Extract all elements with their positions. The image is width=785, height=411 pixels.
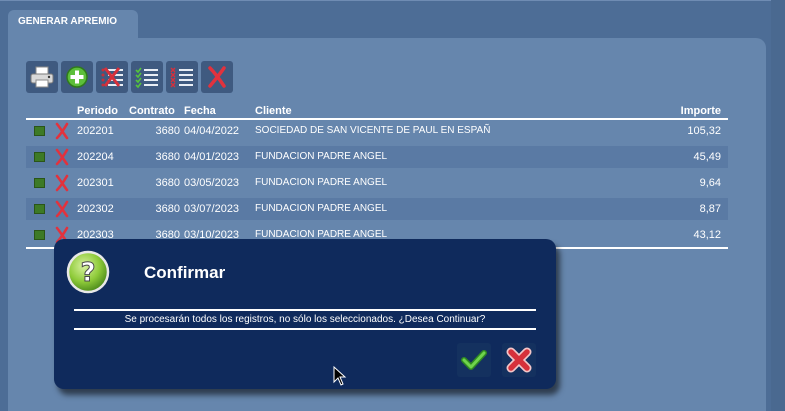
delete-icon (208, 66, 226, 88)
cell-importe: 105,32 (687, 125, 721, 137)
header-cliente[interactable]: Cliente (255, 105, 292, 117)
check-all-button[interactable] (131, 61, 163, 93)
list-icon (170, 67, 193, 88)
cell-fecha: 03/07/2023 (184, 203, 240, 215)
row-checkbox[interactable] (34, 126, 45, 136)
delete-row-icon[interactable] (54, 122, 70, 140)
row-checkbox[interactable] (34, 152, 45, 162)
dialog-divider-bottom (74, 328, 536, 330)
row-checkbox[interactable] (34, 178, 45, 188)
uncheck-list-icon (101, 67, 123, 87)
cell-periodo: 202201 (77, 125, 114, 137)
table-row[interactable]: 202302 3680 03/07/2023 FUNDACION PADRE A… (26, 198, 728, 220)
uncheck-all-button[interactable] (96, 61, 128, 93)
row-checkbox[interactable] (34, 230, 45, 240)
header-periodo[interactable]: Periodo (77, 105, 118, 117)
list-button[interactable] (166, 61, 198, 93)
add-icon (66, 66, 88, 88)
cell-cliente: FUNDACION PADRE ANGEL (255, 203, 388, 214)
mouse-cursor-icon (333, 366, 347, 386)
cell-periodo: 202302 (77, 203, 114, 215)
confirm-dialog: ? Confirmar Se procesarán todos los regi… (54, 239, 556, 389)
grid-header: Periodo Contrato Fecha Cliente Importe (26, 104, 728, 120)
header-importe[interactable]: Importe (681, 105, 721, 117)
cell-fecha: 04/04/2022 (184, 125, 240, 137)
cell-periodo: 202204 (77, 151, 114, 163)
tab-generar-apremio[interactable]: GENERAR APREMIO (8, 10, 138, 40)
table-row[interactable]: 202301 3680 03/05/2023 FUNDACION PADRE A… (26, 172, 728, 194)
cell-importe: 45,49 (693, 151, 721, 163)
cell-cliente: FUNDACION PADRE ANGEL (255, 151, 388, 162)
dialog-divider-top (74, 309, 536, 311)
cell-cliente: SOCIEDAD DE SAN VICENTE DE PAUL EN ESPAÑ (255, 125, 491, 136)
cell-contrato: 3680 (155, 203, 180, 215)
check-all-icon (135, 67, 158, 89)
cell-contrato: 3680 (155, 177, 180, 189)
scrollbar-area (771, 0, 785, 411)
cell-fecha: 04/01/2023 (184, 151, 240, 163)
dialog-message: Se procesarán todos los registros, no só… (124, 314, 486, 325)
question-icon: ? (66, 250, 110, 294)
delete-row-icon[interactable] (54, 174, 70, 192)
svg-text:?: ? (80, 258, 95, 288)
add-button[interactable] (61, 61, 93, 93)
printer-icon (30, 66, 54, 88)
dialog-title: Confirmar (144, 263, 226, 282)
cell-cliente: FUNDACION PADRE ANGEL (255, 177, 388, 188)
tab-label: GENERAR APREMIO (18, 16, 118, 27)
table-row[interactable]: 202204 3680 04/01/2023 FUNDACION PADRE A… (26, 146, 728, 168)
cell-contrato: 3680 (155, 125, 180, 137)
cell-contrato: 3680 (155, 151, 180, 163)
header-contrato[interactable]: Contrato (129, 105, 175, 117)
cell-importe: 8,87 (699, 203, 721, 215)
toolbar (26, 61, 233, 95)
accept-button[interactable] (457, 343, 491, 377)
cancel-button[interactable] (502, 343, 536, 377)
print-button[interactable] (26, 61, 58, 93)
table-row[interactable]: 202201 3680 04/04/2022 SOCIEDAD DE SAN V… (26, 120, 728, 142)
check-icon (461, 350, 487, 370)
row-checkbox[interactable] (34, 204, 45, 214)
cell-periodo: 202301 (77, 177, 114, 189)
delete-row-icon[interactable] (54, 200, 70, 218)
cell-importe: 43,12 (693, 229, 721, 241)
delete-row-icon[interactable] (54, 148, 70, 166)
cell-fecha: 03/05/2023 (184, 177, 240, 189)
cancel-icon (506, 347, 532, 373)
header-fecha[interactable]: Fecha (184, 105, 216, 117)
cell-importe: 9,64 (699, 177, 721, 189)
delete-button[interactable] (201, 61, 233, 93)
